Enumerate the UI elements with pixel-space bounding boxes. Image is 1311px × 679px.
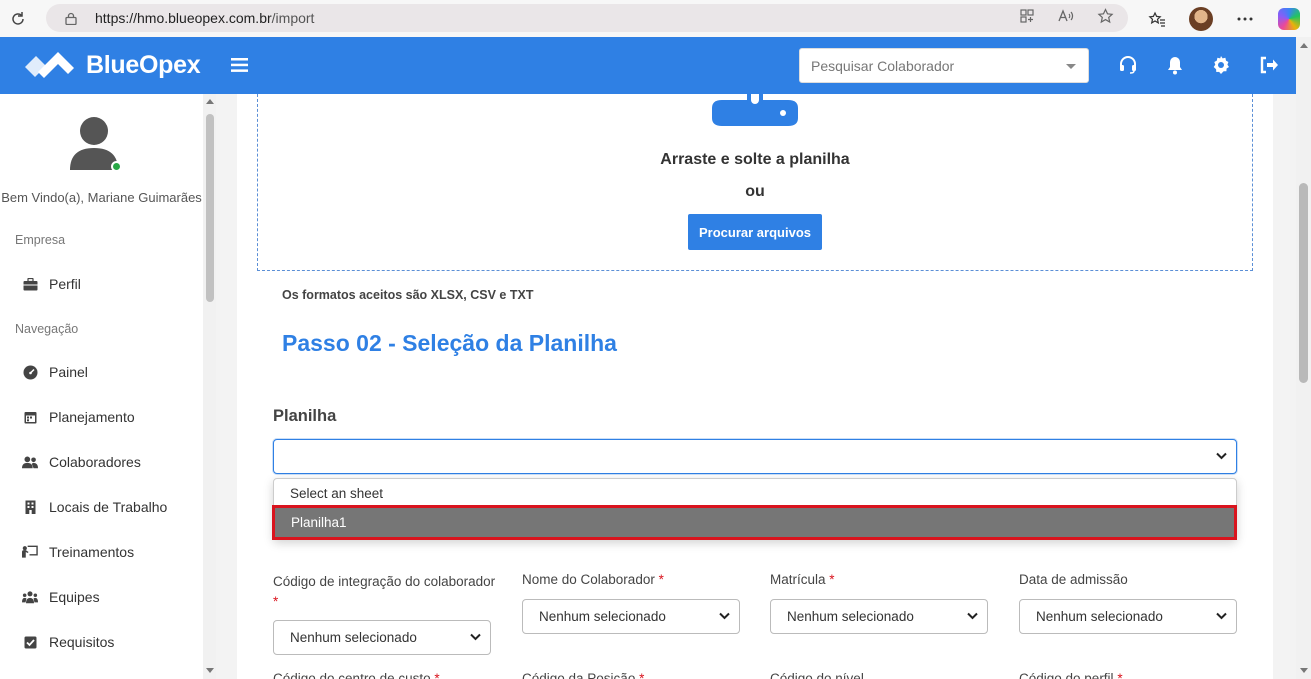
field-label-data-admissao: Data de admissão <box>1019 572 1128 587</box>
required-mark: * <box>829 572 835 587</box>
brand-logo[interactable]: BlueOpex <box>22 47 201 83</box>
sidebar-item-treinamentos[interactable]: Treinamentos <box>22 542 134 562</box>
sidebar-item-label: Planejamento <box>49 409 135 425</box>
scroll-down-arrow[interactable] <box>1300 668 1308 673</box>
dropzone-or: ou <box>745 183 765 200</box>
bell-icon[interactable] <box>1164 54 1186 76</box>
lock-icon[interactable] <box>64 11 78 25</box>
section-label-empresa: Empresa <box>15 233 66 247</box>
accepted-formats-note: Os formatos aceitos são XLSX, CSV e TXT <box>282 288 534 302</box>
sidebar-scrollbar[interactable] <box>203 94 216 679</box>
read-aloud-icon[interactable] <box>1057 8 1075 28</box>
briefcase-icon <box>22 276 38 292</box>
sheet-option-planilha1[interactable]: Planilha1 <box>272 505 1237 540</box>
select-matricula[interactable]: Nenhum selecionado <box>770 599 988 634</box>
sidebar-item-painel[interactable]: Painel <box>22 362 88 382</box>
search-placeholder: Pesquisar Colaborador <box>811 57 955 74</box>
required-mark: * <box>273 594 279 609</box>
logo-mark-icon <box>25 52 74 78</box>
welcome-text: Bem Vindo(a), Mariane Guimarães <box>1 190 202 205</box>
required-mark: * <box>658 572 664 587</box>
select-nome-colaborador[interactable]: Nenhum selecionado <box>522 599 740 634</box>
field-label-matricula: Matrícula * <box>770 572 835 587</box>
headset-icon[interactable] <box>1117 54 1139 76</box>
gear-icon[interactable] <box>1210 54 1232 76</box>
sidebar-item-label: Equipes <box>49 589 100 605</box>
step-2-title: Passo 02 - Seleção da Planilha <box>282 330 617 356</box>
calendar-icon <box>22 409 38 425</box>
sidebar-item-equipes[interactable]: Equipes <box>22 587 100 607</box>
select-data-admissao[interactable]: Nenhum selecionado <box>1019 599 1237 634</box>
checkbox-icon <box>22 634 38 650</box>
employee-search-select[interactable]: Pesquisar Colaborador <box>799 48 1089 83</box>
select-codigo-integracao[interactable]: Nenhum selecionado <box>273 620 491 655</box>
reload-icon[interactable] <box>0 0 36 37</box>
dashboard-icon <box>22 364 38 380</box>
menu-toggle-icon[interactable] <box>231 54 248 76</box>
section-label-navegacao: Navegação <box>15 322 79 336</box>
scroll-down-arrow[interactable] <box>206 668 214 673</box>
sidebar-item-planejamento[interactable]: Planejamento <box>22 407 135 427</box>
sidebar-item-label: Locais de Trabalho <box>49 499 168 515</box>
chevron-down-icon <box>967 612 978 620</box>
scrollbar-thumb[interactable] <box>206 114 214 302</box>
brand-name: BlueOpex <box>86 50 201 79</box>
browse-files-button[interactable]: Procurar arquivos <box>688 214 822 250</box>
sidebar-item-label: Perfil <box>49 276 81 292</box>
building-icon <box>22 499 38 515</box>
scrollbar-thumb[interactable] <box>1299 183 1308 383</box>
upload-cloud-icon <box>712 94 798 126</box>
chevron-down-icon <box>719 612 730 620</box>
logout-icon[interactable] <box>1258 54 1280 76</box>
field-label-centro-custo: Código do centro de custo * <box>273 671 440 679</box>
scroll-up-arrow[interactable] <box>206 99 214 104</box>
sidebar-item-locais[interactable]: Locais de Trabalho <box>22 497 167 517</box>
browser-toolbar: https://hmo.blueopex.com.br/import <box>0 0 1311 37</box>
sheet-dropdown-list: Select an sheet Planilha1 <box>272 478 1237 540</box>
more-menu-icon[interactable] <box>1223 0 1267 37</box>
online-status-dot <box>111 161 122 172</box>
field-label-codigo-integracao: Código de integração do colaborador * <box>273 574 496 609</box>
chevron-down-icon <box>1216 452 1227 460</box>
chevron-down-icon <box>470 633 481 641</box>
sheet-option-placeholder[interactable]: Select an sheet <box>274 480 1236 506</box>
url-text: https://hmo.blueopex.com.br/import <box>95 10 315 26</box>
field-label-codigo-nivel: Código do nível <box>770 671 864 679</box>
sidebar-item-perfil[interactable]: Perfil <box>22 274 81 294</box>
address-bar[interactable]: https://hmo.blueopex.com.br/import <box>46 4 1128 32</box>
users-icon <box>22 454 38 470</box>
copilot-icon[interactable] <box>1267 0 1311 37</box>
caret-down-icon <box>1066 64 1076 69</box>
page-scrollbar[interactable] <box>1296 37 1311 679</box>
chevron-down-icon <box>1216 612 1227 620</box>
sidebar-item-colaboradores[interactable]: Colaboradores <box>22 452 141 472</box>
favorites-list-icon[interactable] <box>1135 0 1179 37</box>
dropzone-title: Arraste e solte a planilha <box>660 151 850 168</box>
chalkboard-icon <box>22 544 38 560</box>
sidebar-item-label: Painel <box>49 364 88 380</box>
app-grid-icon[interactable] <box>1019 8 1035 28</box>
sidebar: Bem Vindo(a), Mariane Guimarães Empresa … <box>0 94 203 679</box>
field-label-codigo-perfil: Código do perfil * <box>1019 671 1123 679</box>
scroll-up-arrow[interactable] <box>1300 43 1308 48</box>
sidebar-item-label: Treinamentos <box>49 544 135 560</box>
favorite-star-icon[interactable] <box>1097 8 1114 28</box>
sheet-select[interactable] <box>273 439 1237 474</box>
sidebar-item-label: Colaboradores <box>49 454 141 470</box>
sidebar-item-requisitos[interactable]: Requisitos <box>22 632 114 652</box>
team-icon <box>22 589 38 605</box>
profile-avatar[interactable] <box>1179 0 1223 37</box>
sidebar-item-label: Requisitos <box>49 634 115 650</box>
field-label-nome-colaborador: Nome do Colaborador * <box>522 572 664 587</box>
app-header: BlueOpex Pesquisar Colaborador <box>0 37 1296 94</box>
sheet-field-label: Planilha <box>273 407 337 425</box>
field-label-codigo-posicao: Código da Posição * <box>522 671 645 679</box>
